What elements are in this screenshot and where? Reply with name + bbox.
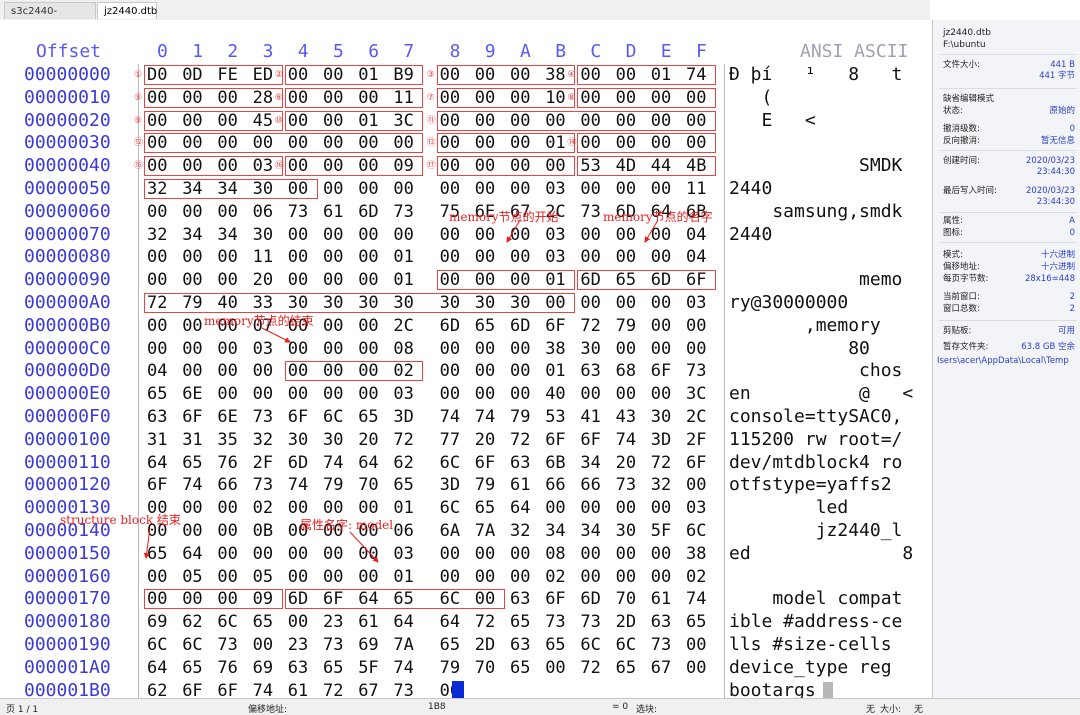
arrow-prop-name xyxy=(349,531,379,563)
written-row: 最后写入时间: 2020/03/23 23:44:30 xyxy=(943,186,1075,207)
label: 属性: xyxy=(943,216,963,226)
bytes-per-page-row: 每页字节数: 28x16=448 xyxy=(943,274,1075,285)
status-offset-label: 偏移地址: xyxy=(248,705,288,715)
label: 反向撤消: xyxy=(943,136,980,146)
divider xyxy=(939,88,1077,89)
edit-mode-row: 缺省编辑模式 xyxy=(943,94,1075,105)
label: 当前窗口: xyxy=(943,292,980,302)
temp-row: 暂存文件夹: 63.8 GB 空余 xyxy=(943,342,1075,353)
status-offset-value: 1B8 xyxy=(428,702,446,712)
divider xyxy=(939,212,1077,213)
value: 十六进制 xyxy=(1040,250,1075,260)
divider xyxy=(939,150,1077,151)
mode-row: 模式: 十六进制 xyxy=(943,250,1075,261)
icon-row: 图标: 0 xyxy=(943,228,1075,239)
label: 暂存文件夹: xyxy=(943,342,989,352)
label: 窗口总数: xyxy=(943,304,980,314)
cur-window-row: 当前窗口: 2 xyxy=(943,292,1075,303)
created-row: 创建时间: 2020/03/23 23:44:30 xyxy=(943,156,1075,177)
value: 63.8 GB 空余 xyxy=(1021,342,1075,352)
value: 28x16=448 xyxy=(1024,274,1075,284)
info-sidebar: jz2440.dtb F:\ubuntu 文件大小: 441 B 441 字节 缺省… xyxy=(932,20,1080,698)
arrow-struct-end xyxy=(143,527,151,559)
status-sel-label: 选块: xyxy=(636,705,658,715)
arrow-memory-start xyxy=(506,219,521,243)
tab-jz2440-dtb[interactable]: jz2440.dtb xyxy=(97,2,157,19)
label: 最后写入时间: xyxy=(943,186,997,196)
status-size-label: 大小: xyxy=(880,705,902,715)
divider xyxy=(939,242,1077,243)
status-size-value: 无 xyxy=(914,705,924,715)
label: 撤消级数: xyxy=(943,124,980,134)
value: 0 xyxy=(1069,228,1075,238)
file-name: jz2440.dtb xyxy=(943,28,991,38)
label: 每页字节数: xyxy=(943,274,989,284)
offset-mode-row: 偏移地址: 十六进制 xyxy=(943,262,1075,273)
clipboard-row: 剪贴板: 可用 xyxy=(943,326,1075,337)
label: 文件大小: xyxy=(943,60,980,70)
temp-path: Isers\acer\AppData\Local\Temp xyxy=(937,356,1069,366)
arrow-memory-name xyxy=(644,219,659,243)
file-path: F:\ubuntu xyxy=(943,40,986,50)
value: 23:44:30 xyxy=(1036,167,1075,177)
status-page: 页 1 / 1 xyxy=(6,705,39,715)
value: 2 xyxy=(1069,304,1075,314)
label: 缺省编辑模式 xyxy=(943,94,995,104)
label: 剪贴板: xyxy=(943,326,972,336)
status-bar: 页 1 / 1 偏移地址: 1B8 = 0 选块: 无 大小: 无 xyxy=(0,698,1080,715)
value: 原始的 xyxy=(1049,106,1075,116)
status-eq: = 0 xyxy=(612,702,629,712)
undo-level-row: 撤消级数: 0 xyxy=(943,124,1075,135)
file-size-row: 文件大小: 441 B 441 字节 xyxy=(943,60,1075,81)
value: 441 B xyxy=(1050,60,1075,70)
divider xyxy=(939,54,1077,55)
value: 可用 xyxy=(1057,326,1075,336)
label: 图标: xyxy=(943,228,963,238)
status-sel-value: 无 xyxy=(866,705,876,715)
divider xyxy=(939,320,1077,321)
value: 23:44:30 xyxy=(1036,197,1075,207)
value: A xyxy=(1069,216,1075,226)
label: 模式: xyxy=(943,250,963,260)
label: 创建时间: xyxy=(943,156,980,166)
value: 2 xyxy=(1069,292,1075,302)
value: 十六进制 xyxy=(1040,262,1075,272)
attr-row: 属性: A xyxy=(943,216,1075,227)
hex-editor-pane[interactable]: Offset 0123456789ABCDEF ANSI ASCII 00000… xyxy=(0,20,930,706)
window-total-row: 窗口总数: 2 xyxy=(943,304,1075,315)
reverse-undo-row: 反向撤消: 暂无信息 xyxy=(943,136,1075,147)
value: 暂无信息 xyxy=(1040,136,1075,146)
label: 状态: xyxy=(943,106,963,116)
value: 441 字节 xyxy=(1039,71,1075,81)
arrow-memory-end xyxy=(261,327,291,343)
value: 2020/03/23 xyxy=(1026,156,1075,166)
value: 0 xyxy=(1069,124,1075,134)
label: 偏移地址: xyxy=(943,262,980,272)
tab-bar: s3c2440-jz2440.dtb jz2440.dtb xyxy=(0,0,930,34)
annotation-arrows xyxy=(143,219,659,563)
state-row: 状态: 原始的 xyxy=(943,106,1075,117)
value: 2020/03/23 xyxy=(1026,186,1075,196)
tab-s3c2440-dtb[interactable]: s3c2440-jz2440.dtb xyxy=(4,2,96,34)
